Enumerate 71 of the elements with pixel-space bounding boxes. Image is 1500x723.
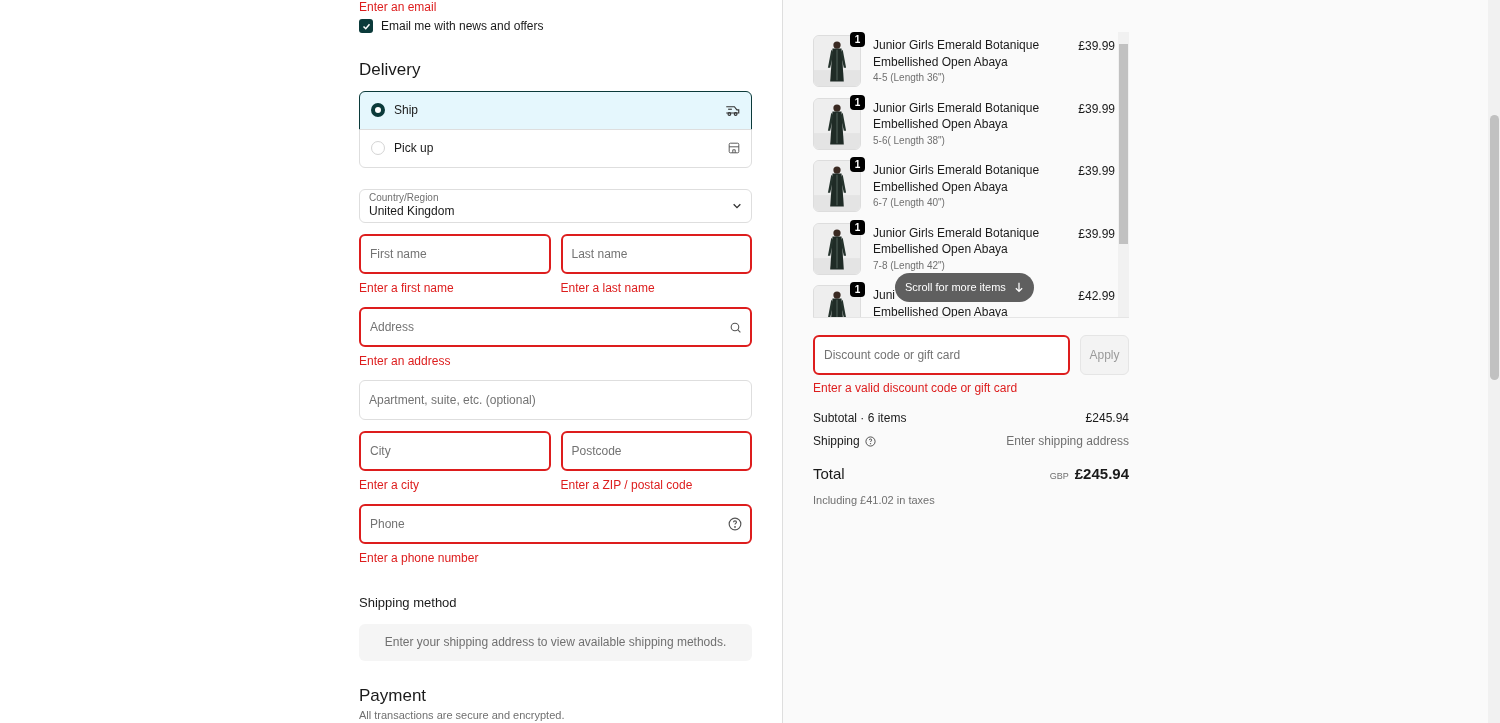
product-price: £39.99 (1078, 38, 1115, 55)
radio-button[interactable] (371, 103, 385, 117)
subtotal-value: £245.94 (1085, 410, 1129, 426)
delivery-option[interactable]: Ship (359, 90, 752, 130)
section-heading: Shipping method (359, 594, 458, 613)
error-message: Enter an address (359, 353, 452, 370)
quantity-badge: 1 (850, 32, 865, 47)
quantity-badge: 1 (850, 219, 865, 235)
discount-field[interactable]: Discount code or gift card (813, 335, 1070, 375)
section-subtitle: All transactions are secure and encrypted. (359, 707, 566, 723)
error-message: Enter a first name (359, 280, 455, 297)
arrow-down-icon (1013, 282, 1024, 293)
product-name: Embellished Open Abaya (873, 178, 1008, 195)
subtotal-label: Subtotal · 6 items (813, 410, 907, 426)
search-icon (729, 321, 742, 335)
tax-note: Including £41.02 in taxes (813, 492, 936, 508)
shipping-notice: Enter your shipping address to view available shipping methods. (359, 623, 752, 661)
input-field[interactable]: Phone (359, 504, 752, 545)
product-price: £42.99 (1078, 288, 1115, 305)
section-heading: Payment (359, 685, 428, 706)
check-icon (361, 21, 371, 31)
product-price: £39.99 (1078, 100, 1115, 118)
error-message: Enter a last name (560, 280, 656, 297)
error-message: Enter a phone number (359, 550, 480, 567)
input-field[interactable]: Address (359, 307, 752, 348)
select-label: Country/Region (369, 192, 440, 205)
input-field[interactable]: Postcode (560, 431, 752, 472)
product-price: £39.99 (1078, 163, 1115, 180)
scroll-hint-pill[interactable]: Scroll for more items (895, 273, 1034, 302)
product-variant: 4-5 (Length 36") (873, 71, 946, 85)
product-name: Embellished Open Abaya (873, 53, 1008, 70)
product-variant: 6-7 (Length 40") (873, 196, 946, 210)
error-message: Enter a valid discount code or gift card (813, 380, 1019, 396)
select-value: United Kingdom (369, 204, 456, 220)
help-icon (864, 435, 876, 447)
help-icon (728, 517, 742, 532)
error-message: Enter a city (359, 477, 421, 494)
store-icon (728, 142, 740, 154)
error-message: Enter an email (359, 0, 438, 14)
quantity-badge: 1 (850, 282, 865, 297)
option-label: Ship (394, 102, 420, 118)
product-name: Juni (873, 287, 895, 304)
input-field[interactable]: Last name (560, 234, 752, 275)
page-scrollbar[interactable] (1488, 0, 1500, 723)
shipping-value: Enter shipping address (1006, 433, 1129, 449)
shipping-label: Shipping (813, 433, 860, 449)
input-field[interactable]: First name (359, 234, 551, 275)
product-name: Junior Girls Emerald Botanique (873, 224, 1040, 241)
option-label: Pick up (394, 140, 435, 156)
delivery-option[interactable]: Pick up (359, 128, 752, 168)
section-heading: Delivery (359, 59, 422, 81)
country-select[interactable]: Country/Region United Kingdom (359, 188, 752, 224)
quantity-badge: 1 (850, 94, 865, 110)
total-label: Total (813, 464, 845, 484)
quantity-badge: 1 (850, 157, 865, 172)
scrollbar[interactable] (1118, 32, 1129, 317)
checkbox-label: Email me with news and offers (381, 18, 544, 34)
total-value: £245.94 (1074, 464, 1129, 484)
product-price: £39.99 (1078, 225, 1115, 243)
product-variant: 5-6( Length 38") (873, 133, 946, 148)
product-name: Junior Girls Emerald Botanique (873, 99, 1040, 116)
truck-icon (725, 103, 740, 117)
product-name: Embellished Open Abaya (873, 116, 1008, 133)
product-name: Embellished Open Abaya (873, 241, 1008, 258)
product-variant: 7-8 (Length 42") (873, 258, 946, 273)
checkbox[interactable] (359, 19, 373, 33)
product-name: Junior Girls Emerald Botanique (873, 37, 1040, 54)
error-message: Enter a ZIP / postal code (560, 477, 694, 494)
product-name: Junior Girls Emerald Botanique (873, 162, 1040, 179)
input-field[interactable]: City (359, 431, 551, 472)
currency-code: GBP (1049, 470, 1069, 483)
